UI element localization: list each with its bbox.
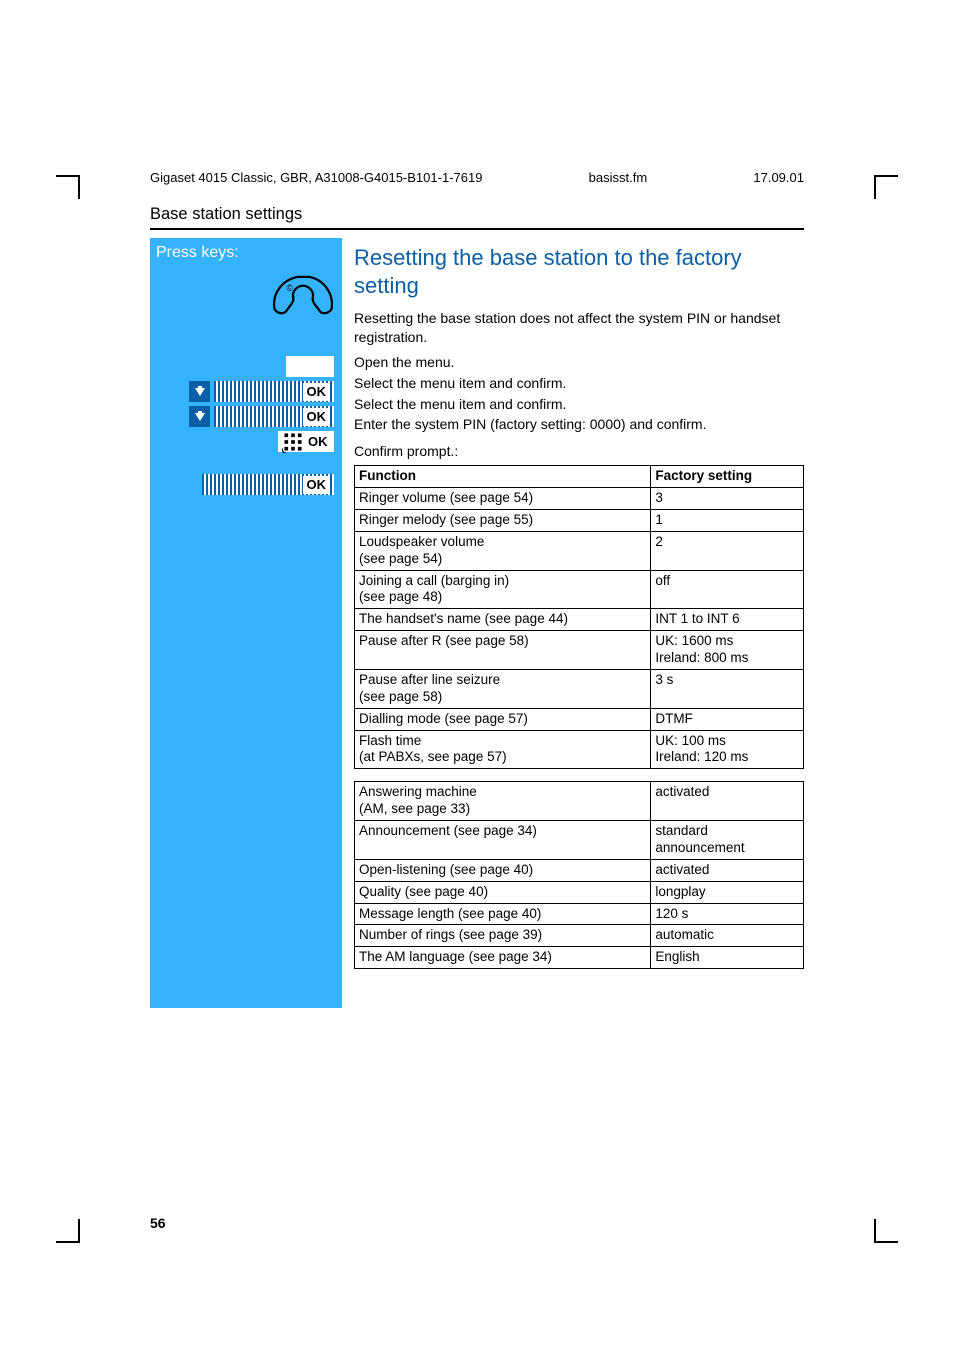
table-row: Joining a call (barging in)(see page 48)… — [355, 570, 804, 609]
keypad-icon — [282, 431, 304, 453]
press-keys-label: Press keys: — [156, 244, 336, 262]
table-cell: Dialling mode (see page 57) — [355, 708, 651, 730]
step-select-1: Select the menu item and confirm. — [354, 374, 804, 393]
table-cell: INT 1 to INT 6 — [651, 609, 804, 631]
ok-label: OK — [307, 384, 327, 399]
ok-label: OK — [307, 409, 327, 424]
table-cell: standardannouncement — [651, 821, 804, 860]
heading: Resetting the base station to the factor… — [354, 244, 804, 299]
table-cell: 3 — [651, 488, 804, 510]
table-cell: UK: 100 msIreland: 120 ms — [651, 730, 804, 769]
table-row: Ringer melody (see page 55)1 — [355, 509, 804, 531]
table-cell: English — [651, 947, 804, 969]
section-title: Base station settings — [150, 205, 804, 230]
step-open-menu: Open the menu. — [354, 353, 804, 372]
running-header: Gigaset 4015 Classic, GBR, A31008-G4015-… — [150, 170, 804, 185]
arrow-down-icon — [189, 406, 210, 427]
table-cell: Flash time(at PABXs, see page 57) — [355, 730, 651, 769]
step-marker-confirm: OK — [156, 474, 336, 495]
table-row: Dialling mode (see page 57)DTMF — [355, 708, 804, 730]
table-row: Pause after line seizure(see page 58)3 s — [355, 669, 804, 708]
step-confirm: Confirm prompt.: — [354, 442, 804, 461]
table-cell: Ringer volume (see page 54) — [355, 488, 651, 510]
table-cell: The AM language (see page 34) — [355, 947, 651, 969]
step-select-2: Select the menu item and confirm. — [354, 395, 804, 414]
table-header: Function — [355, 466, 651, 488]
table-cell: 3 s — [651, 669, 804, 708]
table-cell: Pause after line seizure(see page 58) — [355, 669, 651, 708]
step-marker-select-2: OK — [156, 406, 336, 427]
table-cell: 1 — [651, 509, 804, 531]
header-file: basisst.fm — [589, 170, 648, 185]
table-cell: DTMF — [651, 708, 804, 730]
step-marker-pin: OK — [156, 431, 336, 452]
header-date: 17.09.01 — [753, 170, 804, 185]
table-cell: Pause after R (see page 58) — [355, 631, 651, 670]
header-doc: Gigaset 4015 Classic, GBR, A31008-G4015-… — [150, 170, 482, 185]
table-row: Flash time(at PABXs, see page 57)UK: 100… — [355, 730, 804, 769]
table-cell: Answering machine(AM, see page 33) — [355, 782, 651, 821]
step-marker-select-1: OK — [156, 381, 336, 402]
page-number: 56 — [150, 1215, 166, 1231]
main-column: Resetting the base station to the factor… — [342, 238, 804, 1008]
table-cell: Quality (see page 40) — [355, 881, 651, 903]
table-cell: activated — [651, 782, 804, 821]
table-row: Quality (see page 40)longplay — [355, 881, 804, 903]
table-cell: activated — [651, 859, 804, 881]
factory-settings-table-1: Function Factory setting Ringer volume (… — [354, 465, 804, 769]
table-header: Factory setting — [651, 466, 804, 488]
table-row: Loudspeaker volume(see page 54)2 — [355, 531, 804, 570]
table-cell: automatic — [651, 925, 804, 947]
factory-settings-table-2: Answering machine(AM, see page 33)activa… — [354, 781, 804, 969]
table-cell: Loudspeaker volume(see page 54) — [355, 531, 651, 570]
table-cell: UK: 1600 msIreland: 800 ms — [651, 631, 804, 670]
step-marker-open-menu — [156, 356, 336, 377]
table-row: Message length (see page 40)120 s — [355, 903, 804, 925]
table-cell: Announcement (see page 34) — [355, 821, 651, 860]
table-row: Ringer volume (see page 54)3 — [355, 488, 804, 510]
table-cell: The handset's name (see page 44) — [355, 609, 651, 631]
table-cell: Message length (see page 40) — [355, 903, 651, 925]
step-pin: Enter the system PIN (factory setting: 0… — [354, 415, 804, 434]
intro-text: Resetting the base station does not affe… — [354, 309, 804, 347]
arrow-down-icon — [189, 381, 210, 402]
table-cell: 2 — [651, 531, 804, 570]
ok-label: OK — [307, 477, 327, 492]
page: Gigaset 4015 Classic, GBR, A31008-G4015-… — [0, 0, 954, 1351]
table-row: Pause after R (see page 58)UK: 1600 msIr… — [355, 631, 804, 670]
press-keys-panel: Press keys: © OK — [150, 238, 342, 1008]
table-row: Answering machine(AM, see page 33)activa… — [355, 782, 804, 821]
ok-label: OK — [308, 434, 328, 449]
table-row: Announcement (see page 34)standardannoun… — [355, 821, 804, 860]
table-cell: 120 s — [651, 903, 804, 925]
table-cell: Number of rings (see page 39) — [355, 925, 651, 947]
table-cell: Joining a call (barging in)(see page 48) — [355, 570, 651, 609]
table-cell: off — [651, 570, 804, 609]
table-row: The AM language (see page 34)English — [355, 947, 804, 969]
svg-text:©: © — [287, 283, 294, 293]
table-row: Number of rings (see page 39)automatic — [355, 925, 804, 947]
table-row: Open-listening (see page 40)activated — [355, 859, 804, 881]
table-cell: longplay — [651, 881, 804, 903]
table-cell: Ringer melody (see page 55) — [355, 509, 651, 531]
table-cell: Open-listening (see page 40) — [355, 859, 651, 881]
handset-icon: © — [270, 272, 336, 328]
table-row: The handset's name (see page 44)INT 1 to… — [355, 609, 804, 631]
